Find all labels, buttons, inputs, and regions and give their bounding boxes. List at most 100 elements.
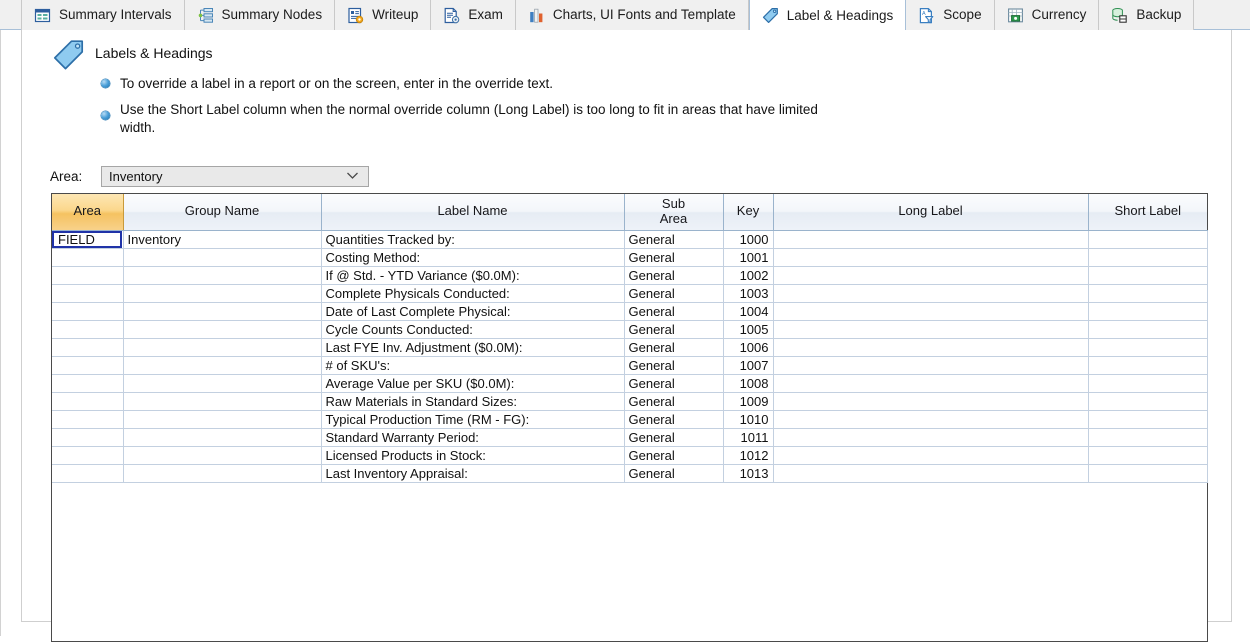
- cell-area[interactable]: [52, 338, 123, 356]
- cell-group-name[interactable]: [123, 410, 321, 428]
- cell-key[interactable]: 1011: [723, 428, 773, 446]
- table-row[interactable]: Typical Production Time (RM - FG):Genera…: [52, 410, 1207, 428]
- cell-group-name[interactable]: [123, 320, 321, 338]
- tab-scope[interactable]: A Scope: [906, 0, 994, 30]
- cell-long-label[interactable]: [773, 230, 1088, 248]
- cell-sub-area[interactable]: General: [624, 248, 723, 266]
- cell-long-label[interactable]: [773, 266, 1088, 284]
- cell-sub-area[interactable]: General: [624, 428, 723, 446]
- table-row[interactable]: Average Value per SKU ($0.0M):General100…: [52, 374, 1207, 392]
- cell-long-label[interactable]: [773, 248, 1088, 266]
- cell-label-name[interactable]: Licensed Products in Stock:: [321, 446, 624, 464]
- table-empty-cell[interactable]: [52, 482, 1207, 483]
- table-row[interactable]: Date of Last Complete Physical:General10…: [52, 302, 1207, 320]
- cell-label-name[interactable]: Costing Method:: [321, 248, 624, 266]
- cell-area[interactable]: [52, 464, 123, 482]
- cell-group-name[interactable]: [123, 446, 321, 464]
- table-row[interactable]: If @ Std. - YTD Variance ($0.0M):General…: [52, 266, 1207, 284]
- tab-charts-ui-fonts-and-template[interactable]: Charts, UI Fonts and Template: [516, 0, 749, 30]
- cell-short-label[interactable]: [1088, 356, 1207, 374]
- column-header-group-name[interactable]: Group Name: [123, 194, 321, 230]
- cell-short-label[interactable]: [1088, 374, 1207, 392]
- cell-area[interactable]: [52, 266, 123, 284]
- cell-group-name[interactable]: [123, 284, 321, 302]
- cell-area[interactable]: [52, 428, 123, 446]
- cell-sub-area[interactable]: General: [624, 410, 723, 428]
- cell-sub-area[interactable]: General: [624, 230, 723, 248]
- table-row[interactable]: Cycle Counts Conducted:General1005: [52, 320, 1207, 338]
- cell-label-name[interactable]: If @ Std. - YTD Variance ($0.0M):: [321, 266, 624, 284]
- cell-label-name[interactable]: # of SKU's:: [321, 356, 624, 374]
- cell-sub-area[interactable]: General: [624, 320, 723, 338]
- cell-long-label[interactable]: [773, 356, 1088, 374]
- cell-group-name[interactable]: [123, 464, 321, 482]
- cell-key[interactable]: 1003: [723, 284, 773, 302]
- table-row[interactable]: Last Inventory Appraisal:General1013: [52, 464, 1207, 482]
- cell-label-name[interactable]: Quantities Tracked by:: [321, 230, 624, 248]
- cell-label-name[interactable]: Raw Materials in Standard Sizes:: [321, 392, 624, 410]
- tab-currency[interactable]: Currency: [995, 0, 1100, 30]
- column-header-key[interactable]: Key: [723, 194, 773, 230]
- table-empty-space[interactable]: [52, 482, 1207, 483]
- cell-key[interactable]: 1012: [723, 446, 773, 464]
- cell-short-label[interactable]: [1088, 230, 1207, 248]
- cell-group-name[interactable]: [123, 392, 321, 410]
- cell-area[interactable]: [52, 356, 123, 374]
- cell-short-label[interactable]: [1088, 320, 1207, 338]
- cell-key[interactable]: 1002: [723, 266, 773, 284]
- cell-short-label[interactable]: [1088, 392, 1207, 410]
- labels-grid[interactable]: Area Group Name Label Name Sub Area Key …: [51, 193, 1208, 642]
- cell-sub-area[interactable]: General: [624, 284, 723, 302]
- cell-group-name[interactable]: [123, 248, 321, 266]
- cell-long-label[interactable]: [773, 446, 1088, 464]
- cell-sub-area[interactable]: General: [624, 266, 723, 284]
- cell-area[interactable]: [52, 320, 123, 338]
- cell-label-name[interactable]: Average Value per SKU ($0.0M):: [321, 374, 624, 392]
- tab-backup[interactable]: Backup: [1099, 0, 1194, 30]
- cell-key[interactable]: 1007: [723, 356, 773, 374]
- cell-long-label[interactable]: [773, 302, 1088, 320]
- column-header-long-label[interactable]: Long Label: [773, 194, 1088, 230]
- cell-sub-area[interactable]: General: [624, 338, 723, 356]
- cell-area[interactable]: [52, 302, 123, 320]
- cell-label-name[interactable]: Date of Last Complete Physical:: [321, 302, 624, 320]
- cell-key[interactable]: 1004: [723, 302, 773, 320]
- cell-label-name[interactable]: Standard Warranty Period:: [321, 428, 624, 446]
- cell-long-label[interactable]: [773, 338, 1088, 356]
- cell-area[interactable]: [52, 374, 123, 392]
- cell-key[interactable]: 1009: [723, 392, 773, 410]
- cell-area[interactable]: FIELD: [52, 230, 123, 248]
- cell-key[interactable]: 1010: [723, 410, 773, 428]
- cell-long-label[interactable]: [773, 392, 1088, 410]
- cell-short-label[interactable]: [1088, 446, 1207, 464]
- cell-label-name[interactable]: Complete Physicals Conducted:: [321, 284, 624, 302]
- cell-group-name[interactable]: Inventory: [123, 230, 321, 248]
- cell-long-label[interactable]: [773, 320, 1088, 338]
- area-select[interactable]: Inventory: [101, 166, 369, 187]
- cell-sub-area[interactable]: General: [624, 302, 723, 320]
- cell-key[interactable]: 1001: [723, 248, 773, 266]
- tab-summary-intervals[interactable]: Summary Intervals: [21, 0, 185, 30]
- cell-group-name[interactable]: [123, 302, 321, 320]
- cell-long-label[interactable]: [773, 284, 1088, 302]
- cell-label-name[interactable]: Cycle Counts Conducted:: [321, 320, 624, 338]
- cell-short-label[interactable]: [1088, 338, 1207, 356]
- cell-area[interactable]: [52, 446, 123, 464]
- table-row[interactable]: Standard Warranty Period:General1011: [52, 428, 1207, 446]
- cell-short-label[interactable]: [1088, 428, 1207, 446]
- cell-short-label[interactable]: [1088, 266, 1207, 284]
- cell-key[interactable]: 1000: [723, 230, 773, 248]
- column-header-area[interactable]: Area: [52, 194, 123, 230]
- table-row[interactable]: FIELDInventoryQuantities Tracked by:Gene…: [52, 230, 1207, 248]
- cell-label-name[interactable]: Last FYE Inv. Adjustment ($0.0M):: [321, 338, 624, 356]
- cell-long-label[interactable]: [773, 428, 1088, 446]
- cell-long-label[interactable]: [773, 464, 1088, 482]
- cell-short-label[interactable]: [1088, 248, 1207, 266]
- cell-sub-area[interactable]: General: [624, 446, 723, 464]
- cell-area[interactable]: [52, 284, 123, 302]
- cell-key[interactable]: 1008: [723, 374, 773, 392]
- cell-area[interactable]: [52, 392, 123, 410]
- cell-key[interactable]: 1005: [723, 320, 773, 338]
- cell-group-name[interactable]: [123, 266, 321, 284]
- cell-key[interactable]: 1006: [723, 338, 773, 356]
